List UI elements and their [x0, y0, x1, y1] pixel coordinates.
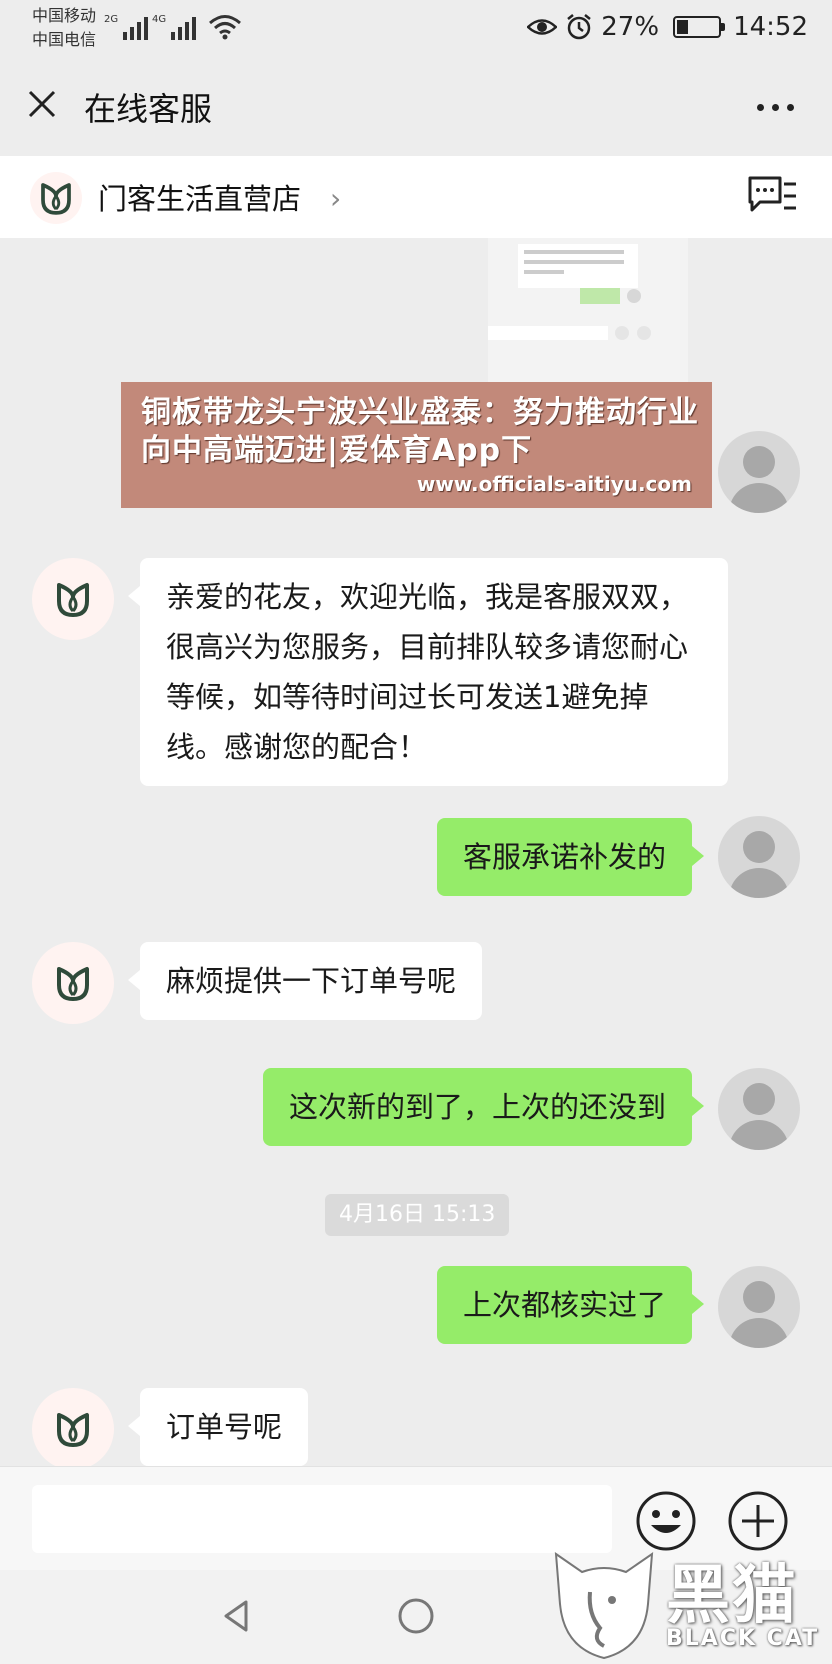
network-type-1: 2G [104, 14, 119, 25]
message-bubble[interactable]: 订单号呢 [127, 1388, 309, 1466]
avatar[interactable] [718, 1266, 800, 1348]
carrier-labels: 中国移动 中国电信 [32, 4, 96, 52]
chat-area[interactable]: 铜板带龙头宁波兴业盛泰：努力推动行业向中高端迈进|爱体育App下 www.off… [0, 238, 832, 1466]
message-bubble[interactable]: 亲爱的花友，欢迎光临，我是客服双双，很高兴为您服务，目前排队较多请您耐心等候，如… [128, 558, 728, 786]
tulip-logo-icon[interactable] [32, 1388, 114, 1466]
tulip-logo-icon [30, 172, 82, 224]
status-right: 27% 14:52 [527, 12, 808, 42]
page-title: 在线客服 [84, 90, 213, 128]
overlay-banner: 铜板带龙头宁波兴业盛泰：努力推动行业向中高端迈进|爱体育App下 www.off… [121, 382, 712, 508]
alarm-icon [567, 14, 592, 40]
message-bubble[interactable]: 这次新的到了，上次的还没到 [262, 1068, 705, 1146]
embedded-screenshot [488, 238, 688, 388]
close-icon[interactable] [24, 86, 60, 122]
wifi-icon [209, 15, 241, 40]
banner-url: www.officials-aitiyu.com [416, 472, 692, 496]
chat-list-icon[interactable] [746, 174, 798, 218]
battery-percent: 27% [601, 12, 660, 42]
status-bar: 中国移动 中国电信 2G 4G 27% 14:52 [0, 0, 832, 58]
watermark-en: BLACK CAT [666, 1626, 820, 1651]
watermark: 黑猫 BLACK CAT [548, 1540, 832, 1664]
cat-logo-icon [554, 1551, 654, 1660]
message-input[interactable] [32, 1485, 612, 1553]
clock: 14:52 [733, 12, 808, 42]
eye-icon [527, 19, 558, 35]
timestamp: 4月16日 15:13 [325, 1194, 510, 1236]
avatar[interactable] [718, 816, 800, 898]
shop-header[interactable]: 门客生活直营店 › [0, 156, 832, 238]
carrier-2: 中国电信 [32, 30, 97, 49]
battery-icon [673, 16, 726, 38]
chevron-right-icon[interactable]: › [330, 182, 341, 215]
more-icon[interactable] [757, 104, 794, 111]
message-bubble[interactable]: 上次都核实过了 [436, 1266, 705, 1344]
carrier-1: 中国移动 [32, 6, 97, 25]
message-bubble[interactable]: 麻烦提供一下订单号呢 [127, 942, 483, 1020]
title-bar: 在线客服 [0, 58, 832, 154]
home-icon[interactable] [396, 1596, 436, 1636]
avatar[interactable] [718, 1068, 800, 1150]
message-bubble[interactable]: 客服承诺补发的 [436, 818, 705, 896]
back-icon[interactable] [216, 1596, 256, 1636]
shop-name[interactable]: 门客生活直营店 [98, 176, 301, 218]
banner-headline: 铜板带龙头宁波兴业盛泰：努力推动行业向中高端迈进|爱体育App下 [141, 395, 699, 468]
watermark-cn: 黑猫 [666, 1559, 798, 1633]
avatar[interactable] [718, 431, 800, 513]
tulip-logo-icon[interactable] [32, 558, 114, 640]
signal-icon-2: 4G [152, 14, 197, 40]
network-type-2: 4G [152, 14, 167, 25]
tulip-logo-icon[interactable] [32, 942, 114, 1024]
signal-icon-1: 2G [104, 14, 149, 40]
